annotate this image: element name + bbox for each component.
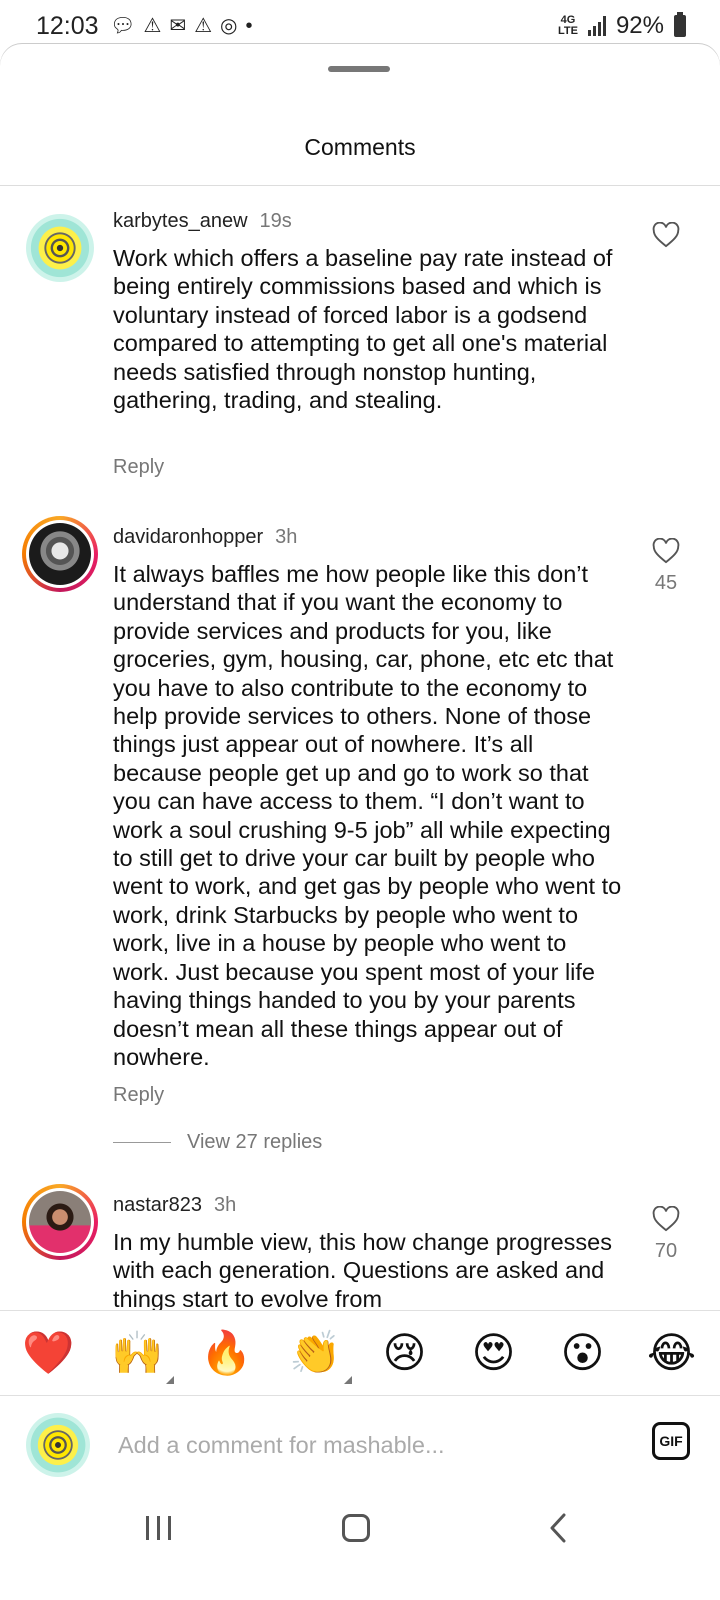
chat-icon: 💬︎ [110,15,136,37]
replies-line [113,1142,171,1143]
gmail-icon: ✉︎ [169,15,187,37]
avatar[interactable] [22,516,98,592]
comment-username[interactable]: karbytes_anew [113,210,248,233]
emoji-heart[interactable]: ❤️ [19,1328,79,1378]
like-button[interactable]: 45 [652,538,680,595]
signal-icon [587,16,606,36]
emoji-raised-hands-glyph: 🙌 [111,1329,164,1376]
comment-time: 3h [213,1194,237,1216]
avatar[interactable] [22,1184,98,1260]
heart-icon [652,538,680,564]
battery-icon [674,12,686,37]
view-replies-button[interactable]: View 27 replies [113,1131,322,1154]
home-icon[interactable] [342,1514,370,1542]
comment-username[interactable]: nastar823 [113,1194,202,1217]
notification-icons: 💬︎ ⚠︎ ✉︎ ⚠︎ ◎ • [110,12,253,40]
heart-icon [652,222,680,248]
emoji-clap-glyph: 👏 [289,1329,342,1376]
comment-text: Work which offers a baseline pay rate in… [113,245,613,414]
comment-input-row: GIF [0,1397,720,1493]
status-right: 4G LTE 92% [558,12,686,40]
messenger-icon: ◎ [220,15,238,37]
comment-text: In my humble view, this how change progr… [113,1229,612,1312]
emoji-surprised[interactable]: 😮 [553,1328,613,1378]
drag-handle[interactable] [328,66,390,72]
emoji-raised-hands[interactable]: 🙌 [108,1328,174,1384]
comment-time: 3h [275,526,298,548]
gif-button[interactable]: GIF [652,1422,690,1460]
navigation-bar [0,1494,720,1600]
reply-button[interactable]: Reply [113,1084,164,1107]
warning-icon: ⚠︎ [143,15,162,37]
emoji-heart-eyes[interactable]: 😍 [464,1328,524,1378]
user-avatar [26,1413,90,1477]
emoji-clap[interactable]: 👏 [286,1328,352,1384]
back-icon[interactable] [546,1512,570,1544]
warning-icon: ⚠︎ [194,15,213,37]
comment-text: It always baffles me how people like thi… [113,561,622,1070]
like-count: 45 [654,572,678,594]
comment-input[interactable] [118,1421,598,1469]
like-count: 70 [654,1240,678,1262]
status-time: 12:03 [36,12,99,40]
recents-icon[interactable] [146,1516,171,1540]
emoji-fire[interactable]: 🔥 [197,1328,257,1378]
emoji-laughing[interactable]: 😂 [642,1328,702,1378]
avatar[interactable] [22,210,98,286]
lte-icon: 4G LTE [557,14,578,37]
comment-time: 19s [259,210,292,232]
reply-button[interactable]: Reply [113,456,164,479]
sheet-title: Comments [304,134,416,160]
comments-list[interactable]: karbytes_anew 19s Work which offers a ba… [0,186,720,1312]
dot-icon: • [245,15,253,37]
view-replies-label: View 27 replies [187,1131,323,1153]
battery-percent: 92% [615,12,664,39]
like-button[interactable] [652,222,680,248]
heart-icon [652,1206,680,1232]
comment-username[interactable]: davidaronhopper [113,526,263,549]
like-button[interactable]: 70 [652,1206,680,1263]
emoji-bar: ❤️ 🙌 🔥 👏 😢 😍 😮 😂 [0,1310,720,1396]
emoji-crying[interactable]: 😢 [375,1328,435,1378]
